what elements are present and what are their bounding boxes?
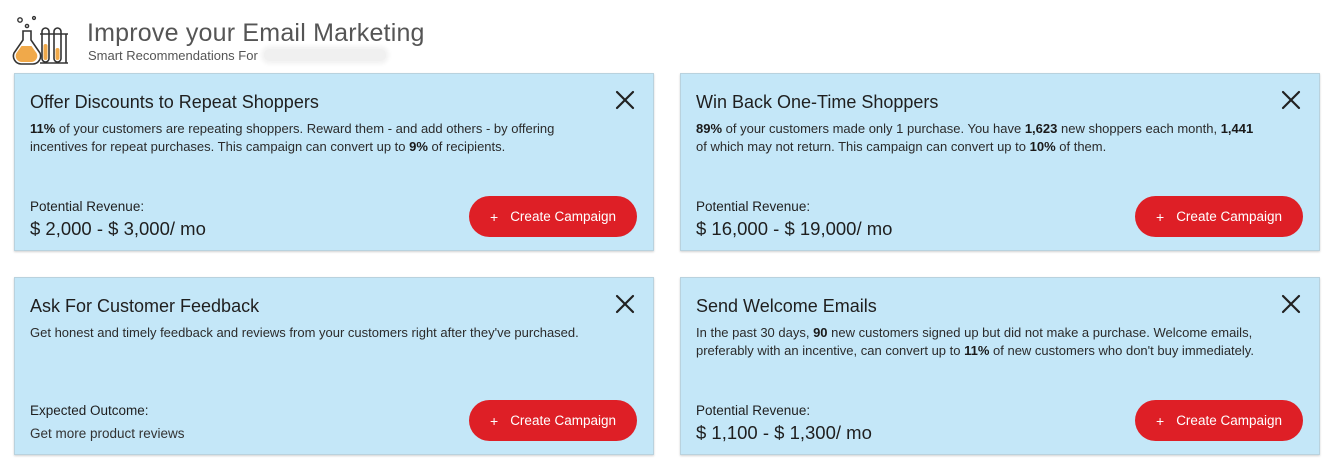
plus-icon: + xyxy=(1156,208,1165,225)
metric-label: Potential Revenue: xyxy=(696,199,811,214)
recommendation-card-customer-feedback: Ask For Customer Feedback Get honest and … xyxy=(14,277,654,455)
create-campaign-button[interactable]: + Create Campaign xyxy=(469,196,637,237)
description-highlight: 1,441 xyxy=(1220,121,1254,136)
subtitle-text: Smart Recommendations For xyxy=(88,48,258,63)
description-highlight: 90 xyxy=(813,325,828,340)
plus-icon: + xyxy=(490,412,499,429)
plus-icon: + xyxy=(490,208,499,225)
description-highlight: 1,623 xyxy=(1024,121,1058,136)
page-subtitle: Smart Recommendations For xyxy=(88,48,386,63)
plus-icon: + xyxy=(1156,412,1165,429)
description-highlight: 10% xyxy=(1029,139,1056,154)
store-name-redacted xyxy=(263,49,386,61)
create-campaign-button[interactable]: + Create Campaign xyxy=(469,400,637,441)
description-text: of your customers made only 1 purchase. … xyxy=(722,121,1025,136)
create-campaign-label: Create Campaign xyxy=(1176,209,1282,224)
description-highlight: 89% xyxy=(696,121,723,136)
description-text: of which may not return. This campaign c… xyxy=(696,139,1030,154)
card-description: Get honest and timely feedback and revie… xyxy=(30,324,590,342)
recommendation-card-welcome-emails: Send Welcome Emails In the past 30 days, … xyxy=(680,277,1320,455)
metric-label: Potential Revenue: xyxy=(696,403,811,418)
close-icon[interactable] xyxy=(1281,294,1301,314)
card-title: Win Back One-Time Shoppers xyxy=(696,92,939,112)
description-highlight: 11% xyxy=(30,121,56,136)
description-text: of recipients. xyxy=(427,139,506,154)
create-campaign-label: Create Campaign xyxy=(510,413,616,428)
create-campaign-button[interactable]: + Create Campaign xyxy=(1135,196,1303,237)
metric-value: $ 16,000 - $ 19,000/ mo xyxy=(696,218,893,239)
close-icon[interactable] xyxy=(615,90,635,110)
card-title: Ask For Customer Feedback xyxy=(30,296,260,316)
metric-label: Expected Outcome: xyxy=(30,403,149,418)
description-text: of new customers who don't buy immediate… xyxy=(989,343,1254,358)
create-campaign-button[interactable]: + Create Campaign xyxy=(1135,400,1303,441)
metric-value: $ 1,100 - $ 1,300/ mo xyxy=(696,422,872,443)
card-title: Send Welcome Emails xyxy=(696,296,877,316)
description-highlight: 9% xyxy=(409,139,428,154)
description-highlight: 11% xyxy=(964,343,990,358)
create-campaign-label: Create Campaign xyxy=(1176,413,1282,428)
close-icon[interactable] xyxy=(1281,90,1301,110)
card-description: 89% of your customers made only 1 purcha… xyxy=(696,120,1256,156)
description-text: new shoppers each month, xyxy=(1057,121,1221,136)
metric-label: Potential Revenue: xyxy=(30,199,145,214)
close-icon[interactable] xyxy=(615,294,635,314)
create-campaign-label: Create Campaign xyxy=(510,209,616,224)
lab-flasks-icon xyxy=(12,15,68,65)
description-text: of them. xyxy=(1055,139,1107,154)
description-text: In the past 30 days, xyxy=(696,325,814,340)
card-description: 11% of your customers are repeating shop… xyxy=(30,120,590,156)
card-description: In the past 30 days, 90 new customers si… xyxy=(696,324,1256,360)
metric-value: Get more product reviews xyxy=(30,426,185,441)
metric-value: $ 2,000 - $ 3,000/ mo xyxy=(30,218,206,239)
page-title: Improve your Email Marketing xyxy=(87,19,425,47)
recommendation-card-repeat-shoppers: Offer Discounts to Repeat Shoppers 11% of… xyxy=(14,73,654,251)
card-title: Offer Discounts to Repeat Shoppers xyxy=(30,92,319,112)
recommendation-card-one-time-shoppers: Win Back One-Time Shoppers 89% of your cu… xyxy=(680,73,1320,251)
description-text: Get honest and timely feedback and revie… xyxy=(30,325,579,340)
